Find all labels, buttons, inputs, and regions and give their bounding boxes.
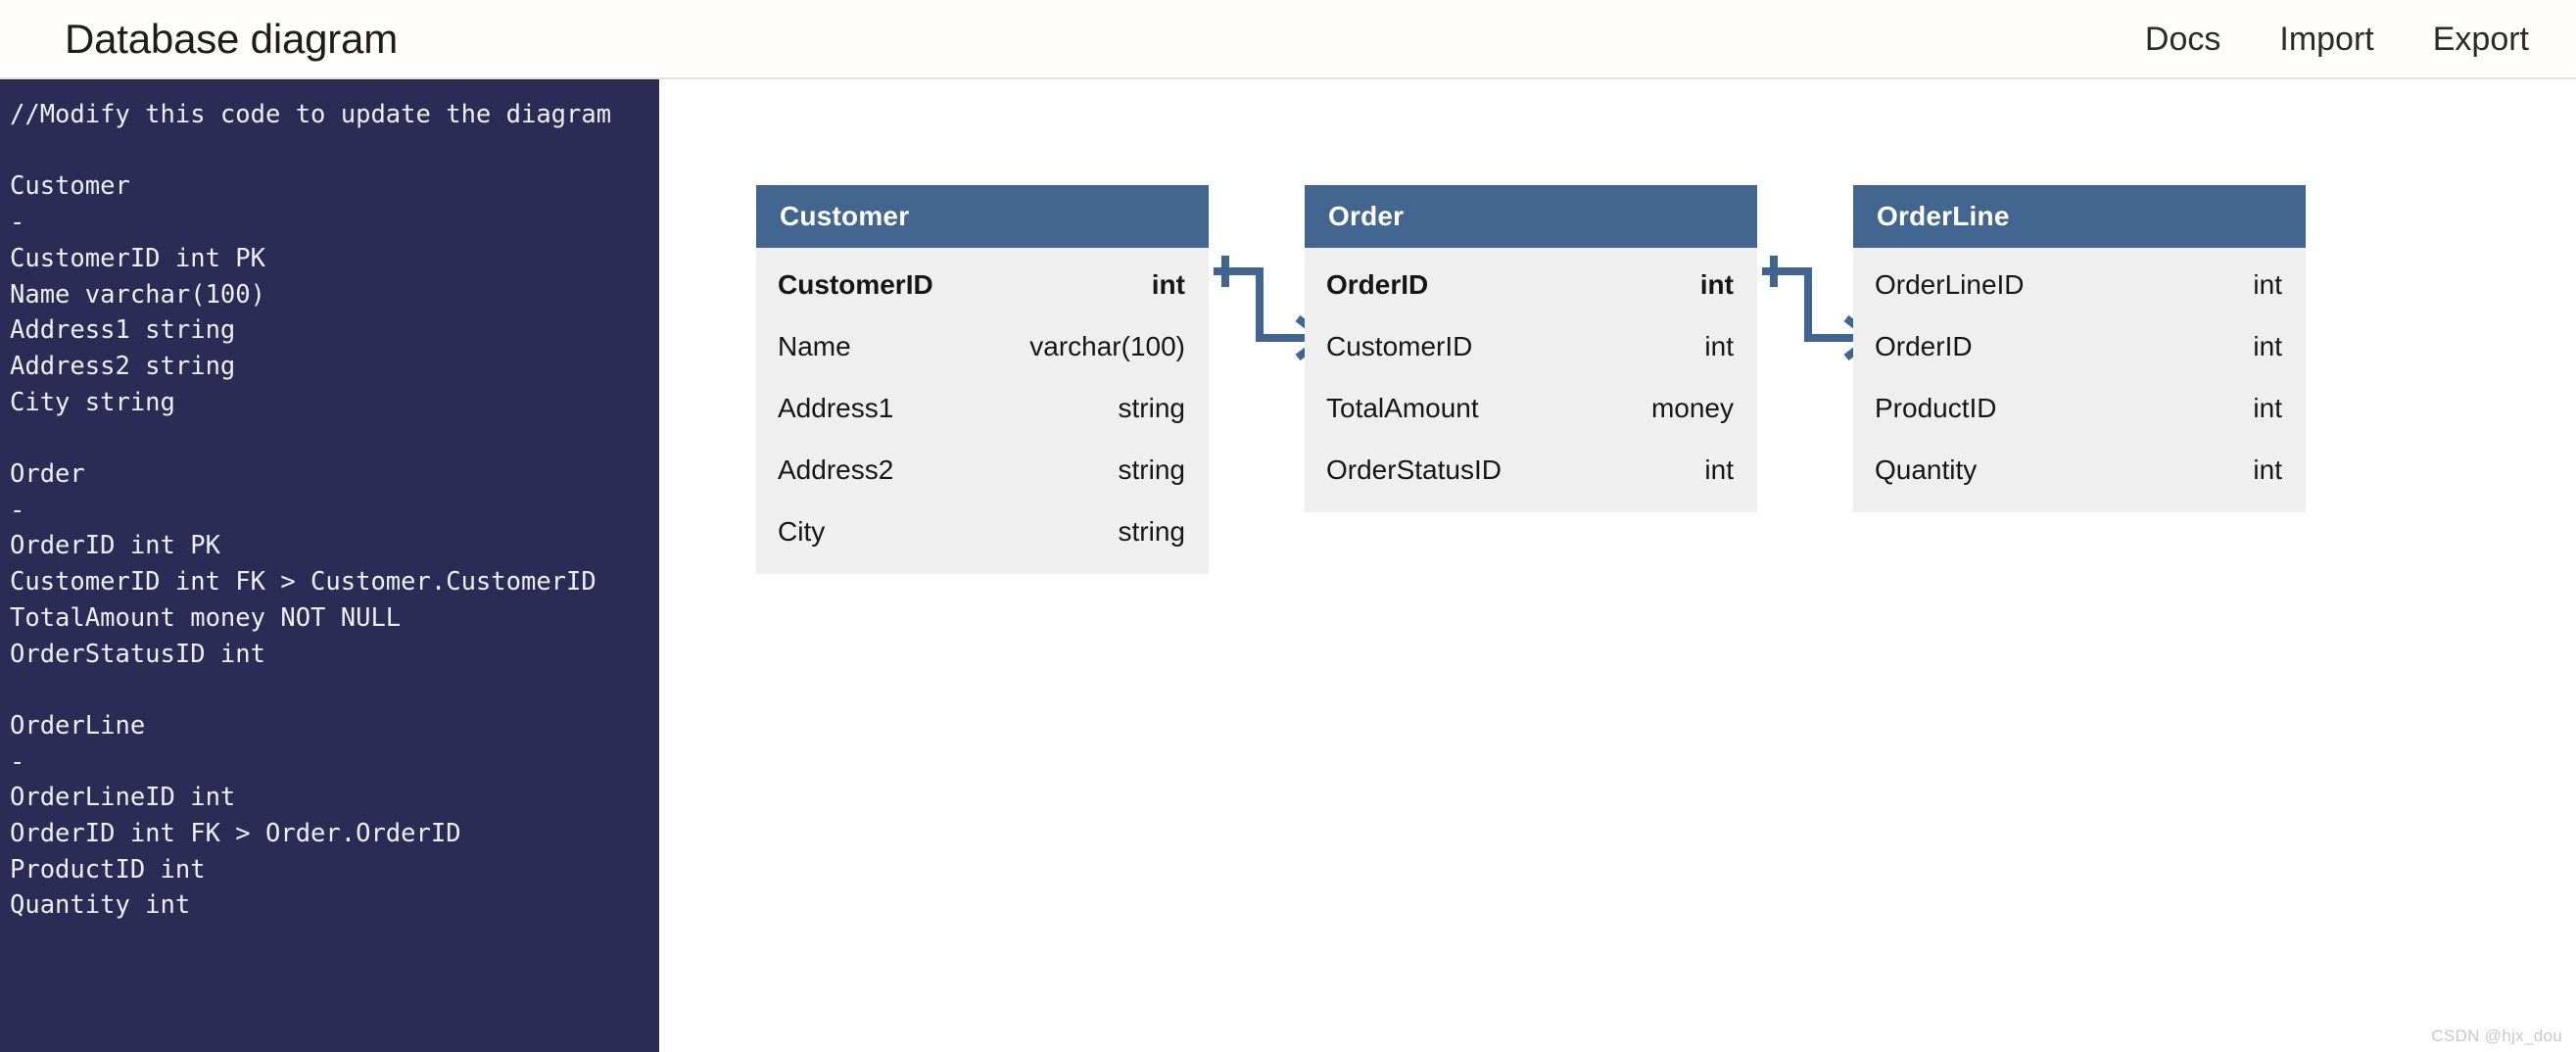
app-header: Database diagram Docs Import Export [0,0,2576,79]
column-name: Address2 [778,454,894,485]
table-row[interactable]: Quantity int [1853,439,2306,501]
code-editor-pane[interactable]: //Modify this code to update the diagram… [0,79,659,1052]
column-type: int [2253,392,2282,423]
nav-export[interactable]: Export [2433,23,2529,56]
column-type: varchar(100) [1029,330,1185,361]
column-name: Address1 [778,392,894,423]
table-row[interactable]: CustomerID int [756,254,1209,315]
entity-header-customer[interactable]: Customer [756,185,1209,248]
entity-body-customer: CustomerID int Name varchar(100) Address… [756,248,1209,574]
nav-docs[interactable]: Docs [2145,23,2220,56]
entity-body-order: OrderID int CustomerID int TotalAmount m… [1305,248,1757,512]
column-name: ProductID [1875,392,1997,423]
column-type: int [1704,330,1734,361]
column-type: string [1118,392,1185,423]
entity-card-order[interactable]: Order OrderID int CustomerID int TotalAm… [1305,185,1757,512]
entity-header-orderline[interactable]: OrderLine [1853,185,2306,248]
table-row[interactable]: OrderID int [1305,254,1757,315]
column-name: OrderLineID [1875,268,2025,300]
column-type: string [1118,454,1185,485]
column-type: int [2253,454,2282,485]
column-name: OrderStatusID [1326,454,1502,485]
column-name: OrderID [1875,330,1973,361]
column-name: CustomerID [778,268,933,300]
column-type: int [2253,268,2282,300]
column-name: Name [778,330,851,361]
diagram-canvas[interactable]: Customer CustomerID int Name varchar(100… [659,79,2576,1052]
entity-title-order: Order [1328,201,1405,231]
column-type: string [1118,515,1185,547]
table-row[interactable]: OrderID int [1853,315,2306,377]
column-type: money [1650,392,1734,423]
table-row[interactable]: Address2 string [756,439,1209,501]
column-name: Quantity [1875,454,1978,485]
database-diagram-app: Database diagram Docs Import Export //Mo… [0,0,2576,1052]
page-title: Database diagram [65,15,398,62]
table-row[interactable]: Address1 string [756,377,1209,439]
header-nav: Docs Import Export [2086,23,2529,56]
column-name: City [778,515,826,547]
code-editor-textarea[interactable]: //Modify this code to update the diagram… [10,97,659,924]
entity-header-order[interactable]: Order [1305,185,1757,248]
column-type: int [1151,268,1185,300]
watermark: CSDN @hjx_dou [2431,1027,2562,1045]
column-type: int [1699,268,1734,300]
column-name: TotalAmount [1326,392,1479,423]
table-row[interactable]: OrderLineID int [1853,254,2306,315]
table-row[interactable]: ProductID int [1853,377,2306,439]
entity-card-customer[interactable]: Customer CustomerID int Name varchar(100… [756,185,1209,574]
column-type: int [2253,330,2282,361]
column-name: OrderID [1326,268,1429,300]
table-row[interactable]: OrderStatusID int [1305,439,1757,501]
entity-title-orderline: OrderLine [1877,201,2010,231]
entity-card-orderline[interactable]: OrderLine OrderLineID int OrderID int Pr… [1853,185,2306,512]
table-row[interactable]: City string [756,501,1209,562]
entity-body-orderline: OrderLineID int OrderID int ProductID in… [1853,248,2306,512]
table-row[interactable]: Name varchar(100) [756,315,1209,377]
column-type: int [1704,454,1734,485]
column-name: CustomerID [1326,330,1473,361]
entity-title-customer: Customer [780,201,910,231]
table-row[interactable]: TotalAmount money [1305,377,1757,439]
table-row[interactable]: CustomerID int [1305,315,1757,377]
nav-import[interactable]: Import [2279,23,2373,56]
